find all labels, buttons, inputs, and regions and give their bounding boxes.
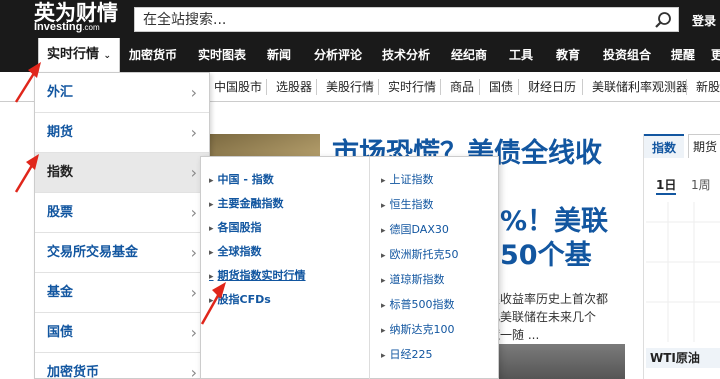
- nav-news[interactable]: 新闻: [267, 38, 291, 72]
- bullet-icon: ▸: [381, 351, 386, 361]
- bullet-icon: ▸: [381, 276, 386, 286]
- chevron-right-icon: ›: [190, 243, 197, 262]
- column-divider: [369, 157, 370, 379]
- period-1d[interactable]: 1日: [656, 176, 677, 195]
- bullet-icon: ▸: [381, 226, 386, 236]
- menu-bonds[interactable]: 国债 ›: [35, 313, 209, 353]
- bullet-icon: ▸: [209, 224, 214, 234]
- subnav-realtime[interactable]: 实时行情: [388, 72, 436, 102]
- nav-crypto[interactable]: 加密货币: [129, 38, 177, 72]
- index-link[interactable]: ▸ 标普500指数: [381, 294, 455, 316]
- menu-indices[interactable]: 指数 ›: [35, 153, 209, 193]
- subnav-china-stocks[interactable]: 中国股市: [214, 72, 262, 102]
- annotation-arrow: [14, 154, 39, 193]
- bullet-icon: ▸: [381, 301, 386, 311]
- bullet-icon: ▸: [381, 201, 386, 211]
- menu-stocks[interactable]: 股票 ›: [35, 193, 209, 233]
- annotation-arrow: [14, 62, 41, 103]
- subnav-us-stocks[interactable]: 美股行情: [326, 72, 374, 102]
- search-input[interactable]: [143, 11, 643, 29]
- subnav-fedwatch[interactable]: 美联储利率观测器: [592, 72, 688, 102]
- annotation-arrow: [200, 282, 226, 325]
- nav-more[interactable]: 更: [711, 38, 720, 72]
- login-link[interactable]: 登录: [692, 12, 716, 29]
- top-bar: 英为财情 Investing.com 登录: [0, 0, 720, 38]
- nav-charts[interactable]: 实时图表: [198, 38, 246, 72]
- index-link[interactable]: ▸ 纳斯达克100: [381, 319, 455, 341]
- nav-tools[interactable]: 工具: [509, 38, 533, 72]
- nav-analysis[interactable]: 分析评论: [314, 38, 362, 72]
- search-box: [134, 7, 679, 32]
- article-snippet: 限收益率历史上首次都 化美联储在未来几个 慌一随 ...: [488, 290, 628, 344]
- subnav-commodities[interactable]: 商品: [450, 72, 474, 102]
- bullet-icon: ▸: [381, 176, 386, 186]
- tab-futures[interactable]: 期货: [688, 134, 720, 158]
- bullet-icon: ▸: [209, 248, 214, 258]
- nav-brokers[interactable]: 经纪商: [451, 38, 487, 72]
- main-nav: 实时行情 ⌄ 加密货币 实时图表 新闻 分析评论 技术分析 经纪商 工具 教育 …: [0, 38, 720, 72]
- chevron-right-icon: ›: [190, 123, 197, 142]
- chevron-right-icon: ›: [190, 203, 197, 222]
- indices-submenu: ▸ 中国 - 指数 ▸ 主要金融指数 ▸ 各国股指 ▸ 全球指数 ▸ 期货指数实时行情 ▸…: [200, 156, 499, 379]
- bullet-icon: ▸: [381, 326, 386, 336]
- bullet-icon: ▸: [381, 251, 386, 261]
- menu-funds[interactable]: 基金 ›: [35, 273, 209, 313]
- market-widget: 指数 期货 1日 1周 WTI原油: [643, 134, 720, 379]
- tab-indices[interactable]: 指数: [644, 134, 684, 158]
- search-icon[interactable]: [654, 11, 672, 29]
- submenu-country-indices[interactable]: ▸ 各国股指: [209, 217, 262, 239]
- submenu-china-indices[interactable]: ▸ 中国 - 指数: [209, 169, 274, 191]
- index-link[interactable]: ▸ 欧洲斯托克50: [381, 244, 459, 266]
- subnav-bonds[interactable]: 国债: [489, 72, 513, 102]
- chevron-right-icon: ›: [190, 363, 197, 379]
- mini-chart: [646, 202, 720, 342]
- index-link[interactable]: ▸ 上证指数: [381, 169, 434, 191]
- subnav-screener[interactable]: 选股器: [276, 72, 312, 102]
- nav-portfolio[interactable]: 投资组合: [603, 38, 651, 72]
- nav-alerts[interactable]: 提醒: [671, 38, 695, 72]
- market-dropdown: 外汇 › 期货 › 指数 › 股票 › 交易所交易基金 › 基金 › 国债 › 加密货币 ›: [34, 72, 210, 379]
- nav-market-quotes[interactable]: 实时行情 ⌄: [38, 38, 121, 72]
- menu-etfs[interactable]: 交易所交易基金 ›: [35, 233, 209, 273]
- index-link[interactable]: ▸ 日经225: [381, 344, 433, 366]
- index-link[interactable]: ▸ 道琼斯指数: [381, 269, 445, 291]
- period-1w[interactable]: 1周: [691, 176, 711, 193]
- site-logo[interactable]: 英为财情 Investing.com: [34, 2, 118, 33]
- nav-technical[interactable]: 技术分析: [382, 38, 430, 72]
- index-link[interactable]: ▸ 恒生指数: [381, 194, 434, 216]
- bullet-icon: ▸: [209, 176, 214, 186]
- subnav-calendar[interactable]: 财经日历: [528, 72, 576, 102]
- nav-education[interactable]: 教育: [556, 38, 580, 72]
- menu-forex[interactable]: 外汇 ›: [35, 73, 209, 113]
- wti-label[interactable]: WTI原油: [646, 348, 720, 368]
- bullet-icon: ▸: [209, 200, 214, 210]
- menu-futures[interactable]: 期货 ›: [35, 113, 209, 153]
- chevron-right-icon: ›: [190, 163, 197, 182]
- index-link[interactable]: ▸ 德国DAX30: [381, 219, 449, 241]
- menu-crypto[interactable]: 加密货币 ›: [35, 353, 209, 379]
- subnav-ipo[interactable]: 新股: [696, 72, 720, 102]
- submenu-major-indices[interactable]: ▸ 主要金融指数: [209, 193, 284, 215]
- submenu-global-indices[interactable]: ▸ 全球指数: [209, 241, 262, 263]
- chevron-right-icon: ›: [190, 83, 197, 102]
- chevron-down-icon: ⌄: [103, 51, 112, 61]
